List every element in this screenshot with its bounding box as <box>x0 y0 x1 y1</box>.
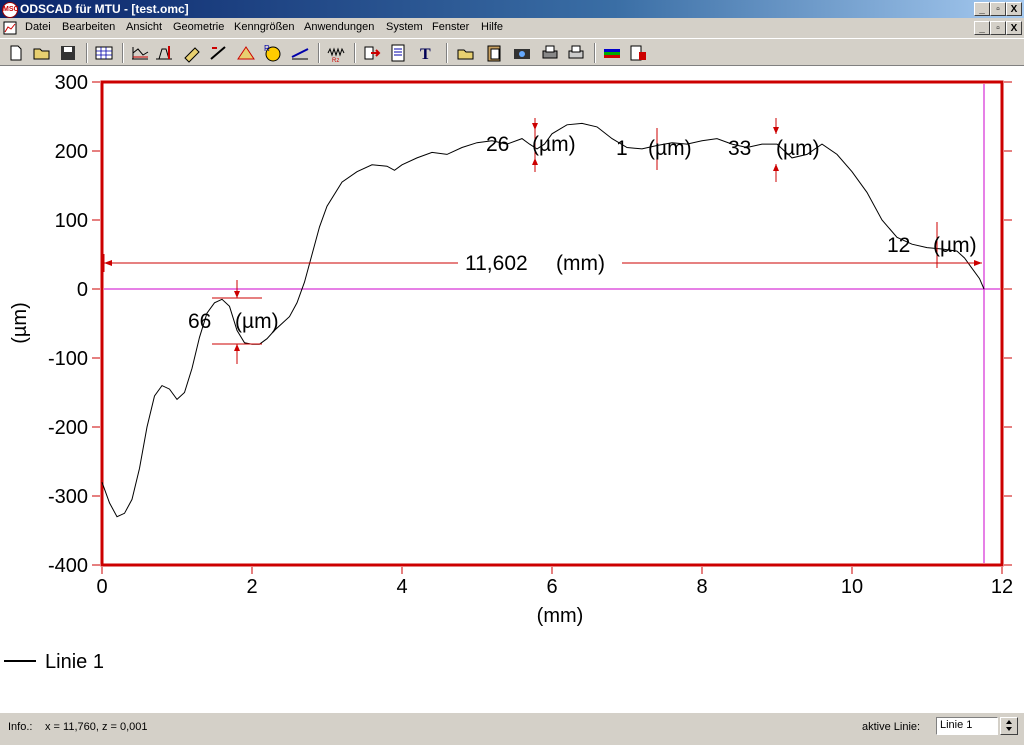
toolbar-separator <box>318 43 320 63</box>
x-tick-label: 8 <box>696 576 707 598</box>
toolbar: R Rz T <box>0 38 1024 66</box>
svg-text:Rz: Rz <box>332 58 339 63</box>
dimension-arrow <box>104 260 112 266</box>
y-tick-label: 100 <box>55 210 88 232</box>
menu-system[interactable]: System <box>386 21 423 33</box>
printer-icon[interactable] <box>566 43 586 63</box>
status-bar: Info.: x = 11,760, z = 0,001 aktive Lini… <box>0 712 1024 745</box>
legend-entry-linie-1: Linie 1 <box>45 651 104 673</box>
y-tick-label: 0 <box>77 279 88 301</box>
minimize-button[interactable]: _ <box>974 2 990 16</box>
y-tick-label: -300 <box>48 486 88 508</box>
new-file-icon[interactable] <box>6 43 26 63</box>
text-icon[interactable]: T <box>416 43 436 63</box>
x-tick-label: 0 <box>96 576 107 598</box>
dimension-arrow <box>773 164 779 171</box>
annotation-12-unit: (µm) <box>933 234 977 257</box>
menu-hilfe[interactable]: Hilfe <box>481 21 503 33</box>
menu-kenngroessen[interactable]: Kenngrößen <box>234 21 295 33</box>
toolbar-separator <box>446 43 448 63</box>
annotation-66-value: 66 <box>188 310 211 333</box>
active-line-label: aktive Linie: <box>862 721 921 733</box>
x-tick-label: 6 <box>546 576 557 598</box>
doc-minimize-button[interactable]: _ <box>974 21 990 35</box>
y-tick-label: -200 <box>48 417 88 439</box>
menu-datei[interactable]: Datei <box>25 21 51 33</box>
plot-area[interactable]: 300 200 100 0 -100 -200 -300 -400 0 2 4 6 8 10 12 (mm… <box>0 66 1024 712</box>
trapezoid-icon[interactable] <box>154 43 174 63</box>
annotation-26-value: 26 <box>486 133 509 156</box>
doc-close-button[interactable]: X <box>1006 21 1022 35</box>
slope-icon[interactable] <box>208 43 228 63</box>
export-arrow-icon[interactable] <box>362 43 382 63</box>
x-tick-label: 12 <box>991 576 1013 598</box>
annotation-33-value: 33 <box>728 137 751 160</box>
annotation-66-unit: (µm) <box>235 310 279 333</box>
clipboard-icon[interactable] <box>484 43 504 63</box>
radius-icon[interactable]: R <box>262 43 282 63</box>
active-line-spinner[interactable] <box>1000 717 1018 735</box>
dimension-arrow <box>234 344 240 351</box>
annotation-12-value: 12 <box>887 234 910 257</box>
y-tick-label: 300 <box>55 72 88 94</box>
y-axis-label: (µm) <box>9 302 31 344</box>
table-icon[interactable] <box>94 43 114 63</box>
settings-icon[interactable] <box>628 43 648 63</box>
annotation-length-value: 11,602 <box>465 252 528 275</box>
doc-restore-button[interactable]: ▫ <box>990 21 1006 35</box>
document-icon[interactable] <box>3 21 17 35</box>
profile-measure-icon[interactable] <box>130 43 150 63</box>
line-fit-icon[interactable] <box>290 43 310 63</box>
open-folder-icon[interactable] <box>32 43 52 63</box>
open-file-icon[interactable] <box>456 43 476 63</box>
ruler-icon[interactable] <box>182 43 202 63</box>
dimension-arrow <box>532 158 538 165</box>
status-coordinates: x = 11,760, z = 0,001 <box>45 721 148 733</box>
x-tick-label: 4 <box>396 576 407 598</box>
toolbar-separator <box>594 43 596 63</box>
annotation-1-value: 1 <box>616 137 628 160</box>
angle-icon[interactable] <box>236 43 256 63</box>
annotation-length-unit: (mm) <box>556 252 605 275</box>
annotation-26-unit: (µm) <box>532 133 576 156</box>
x-axis-label: (mm) <box>537 605 584 627</box>
x-tick-label: 2 <box>246 576 257 598</box>
menu-bar: Datei Bearbeiten Ansicht Geometrie Kenng… <box>0 18 1024 38</box>
y-tick-label: 200 <box>55 141 88 163</box>
app-logo-icon: MSC <box>2 2 19 18</box>
color-chart-icon[interactable] <box>602 43 622 63</box>
dimension-arrow <box>532 123 538 130</box>
svg-text:R: R <box>264 44 270 53</box>
title-bar: MSC ODSCAD für MTU - [test.omc] _ ▫ X <box>0 0 1024 18</box>
y-tick-label: -400 <box>48 555 88 577</box>
close-button[interactable]: X <box>1006 2 1022 16</box>
toolbar-separator <box>354 43 356 63</box>
svg-text:T: T <box>420 46 431 63</box>
dimension-arrow <box>234 291 240 298</box>
print-preview-icon[interactable] <box>540 43 560 63</box>
dimension-arrow <box>974 260 982 266</box>
toolbar-separator <box>122 43 124 63</box>
roughness-icon[interactable]: Rz <box>326 43 346 63</box>
report-icon[interactable] <box>388 43 408 63</box>
menu-ansicht[interactable]: Ansicht <box>126 21 162 33</box>
status-info-label: Info.: <box>8 721 33 733</box>
annotation-33-unit: (µm) <box>776 137 820 160</box>
toolbar-separator <box>86 43 88 63</box>
maximize-button[interactable]: ▫ <box>990 2 1006 16</box>
x-tick-label: 10 <box>841 576 863 598</box>
window-title: ODSCAD für MTU - [test.omc] <box>20 2 189 16</box>
menu-anwendungen[interactable]: Anwendungen <box>304 21 374 33</box>
dimension-arrow <box>773 127 779 134</box>
menu-bearbeiten[interactable]: Bearbeiten <box>62 21 115 33</box>
camera-icon[interactable] <box>512 43 532 63</box>
active-line-select[interactable]: Linie 1 <box>936 717 998 735</box>
y-tick-label: -100 <box>48 348 88 370</box>
menu-geometrie[interactable]: Geometrie <box>173 21 224 33</box>
save-disk-icon[interactable] <box>58 43 78 63</box>
profile-chart[interactable]: 300 200 100 0 -100 -200 -300 -400 0 2 4 6 8 10 12 (mm… <box>0 66 1024 712</box>
annotation-1-unit: (µm) <box>648 137 692 160</box>
menu-fenster[interactable]: Fenster <box>432 21 469 33</box>
